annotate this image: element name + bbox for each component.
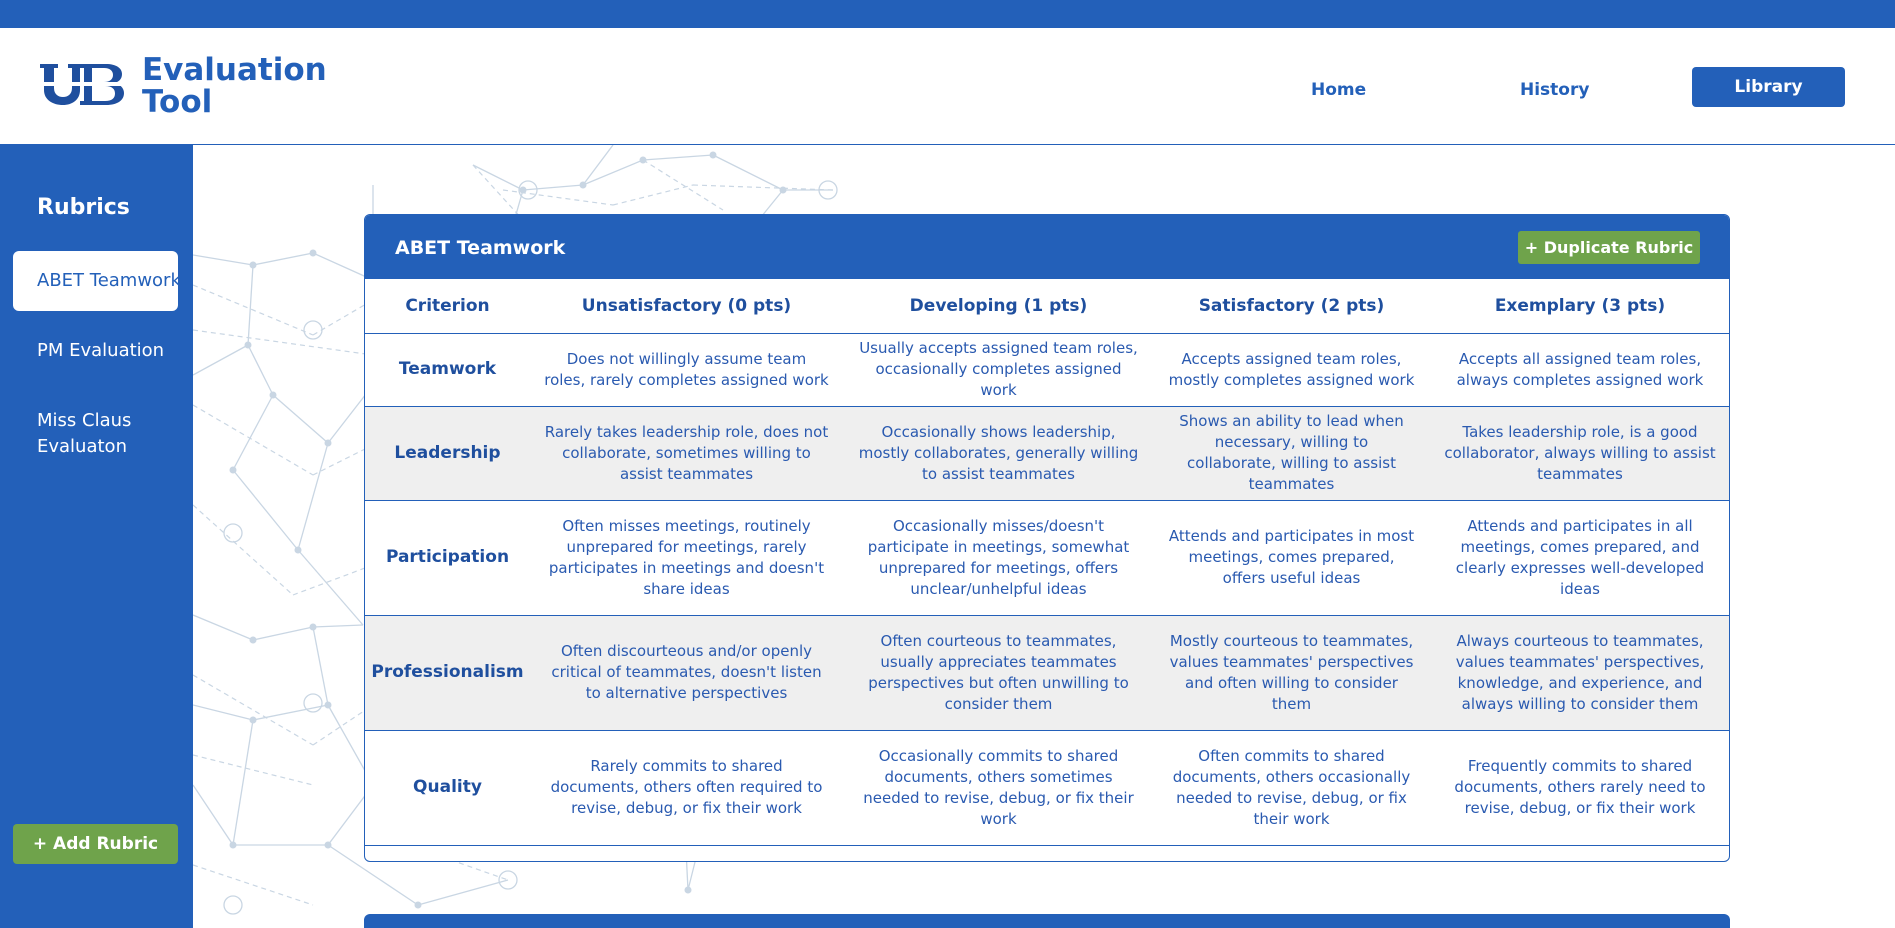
criterion-cell: Teamwork: [365, 333, 530, 407]
rubric-cell[interactable]: Occasionally misses/doesn't participate …: [843, 500, 1154, 616]
rubric-cell[interactable]: Does not willingly assume team roles, ra…: [530, 333, 843, 407]
add-rubric-button[interactable]: + Add Rubric: [13, 824, 178, 864]
column-header-criterion: Criterion: [365, 279, 530, 334]
rubric-card: ABET Teamwork + Duplicate Rubric Criteri…: [364, 214, 1730, 862]
column-header-satisfactory: Satisfactory (2 pts): [1154, 279, 1429, 334]
sidebar-item-miss-claus-evaluaton[interactable]: Miss Claus Evaluaton: [13, 408, 163, 460]
rubric-cell[interactable]: Accepts assigned team roles, mostly comp…: [1154, 333, 1429, 407]
app-title-line1: Evaluation: [142, 52, 327, 88]
table-row: Leadership Rarely takes leadership role,…: [365, 406, 1729, 501]
rubric-cell[interactable]: Often courteous to teammates, usually ap…: [843, 615, 1154, 731]
rubric-cell[interactable]: Often discourteous and/or openly critica…: [530, 615, 843, 731]
duplicate-rubric-button[interactable]: + Duplicate Rubric: [1518, 231, 1700, 264]
table-row: Teamwork Does not willingly assume team …: [365, 333, 1729, 407]
rubric-title: ABET Teamwork: [395, 237, 566, 259]
criterion-cell: Professionalism: [365, 615, 530, 731]
column-header-unsatisfactory: Unsatisfactory (0 pts): [530, 279, 843, 334]
criterion-cell: Leadership: [365, 406, 530, 501]
rubric-cell[interactable]: Mostly courteous to teammates, values te…: [1154, 615, 1429, 731]
app-header: Evaluation Tool Home History Library: [0, 28, 1895, 145]
rubric-cell[interactable]: Takes leadership role, is a good collabo…: [1429, 406, 1729, 501]
rubric-cell[interactable]: Rarely takes leadership role, does not c…: [530, 406, 843, 501]
rubric-cell[interactable]: Always courteous to teammates, values te…: [1429, 615, 1729, 731]
column-header-developing: Developing (1 pts): [843, 279, 1154, 334]
rubric-cell[interactable]: Usually accepts assigned team roles, occ…: [843, 333, 1154, 407]
rubric-cell[interactable]: Often misses meetings, routinely unprepa…: [530, 500, 843, 616]
nav-library-button[interactable]: Library: [1692, 67, 1845, 107]
nav-home-link[interactable]: Home: [1311, 80, 1366, 100]
rubric-cell[interactable]: Shows an ability to lead when necessary,…: [1154, 406, 1429, 501]
rubric-cell[interactable]: Occasionally commits to shared documents…: [843, 730, 1154, 846]
table-row: Quality Rarely commits to shared documen…: [365, 730, 1729, 846]
rubric-cell[interactable]: Attends and participates in all meetings…: [1429, 500, 1729, 616]
next-rubric-card-header: [364, 914, 1730, 928]
ub-logo-icon[interactable]: [40, 62, 126, 106]
rubric-table: Criterion Unsatisfactory (0 pts) Develop…: [365, 279, 1729, 846]
rubric-card-header: ABET Teamwork + Duplicate Rubric: [365, 215, 1729, 279]
criterion-cell: Participation: [365, 500, 530, 616]
rubric-cell[interactable]: Attends and participates in most meeting…: [1154, 500, 1429, 616]
sidebar-item-abet-teamwork[interactable]: ABET Teamwork: [13, 251, 178, 311]
rubric-header-row: Criterion Unsatisfactory (0 pts) Develop…: [365, 279, 1729, 334]
table-row: Professionalism Often discourteous and/o…: [365, 615, 1729, 731]
sidebar: Rubrics ABET Teamwork PM Evaluation Miss…: [0, 145, 193, 928]
rubric-cell[interactable]: Accepts all assigned team roles, always …: [1429, 333, 1729, 407]
app-title-line2: Tool: [142, 84, 213, 120]
rubric-cell[interactable]: Rarely commits to shared documents, othe…: [530, 730, 843, 846]
criterion-cell: Quality: [365, 730, 530, 846]
column-header-exemplary: Exemplary (3 pts): [1429, 279, 1729, 334]
rubric-cell[interactable]: Occasionally shows leadership, mostly co…: [843, 406, 1154, 501]
app-title: Evaluation Tool: [142, 54, 327, 118]
top-accent-bar: [0, 0, 1895, 28]
sidebar-item-pm-evaluation[interactable]: PM Evaluation: [13, 338, 178, 364]
sidebar-title: Rubrics: [37, 195, 130, 220]
nav-history-link[interactable]: History: [1520, 80, 1589, 100]
rubric-cell[interactable]: Frequently commits to shared documents, …: [1429, 730, 1729, 846]
rubric-cell[interactable]: Often commits to shared documents, other…: [1154, 730, 1429, 846]
table-row: Participation Often misses meetings, rou…: [365, 500, 1729, 616]
